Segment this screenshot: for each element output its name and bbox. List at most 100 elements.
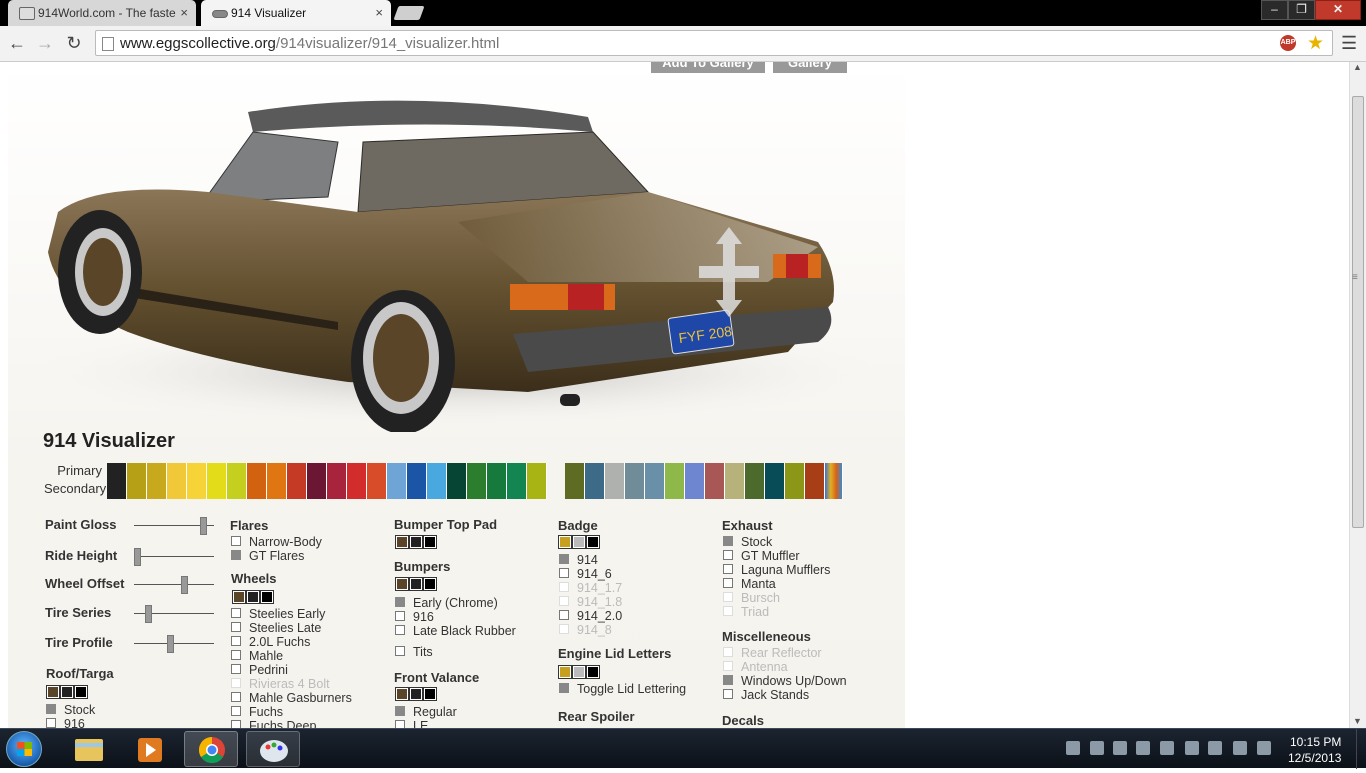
color-swatch[interactable] bbox=[765, 481, 785, 499]
exhaust-option[interactable]: Stock bbox=[723, 535, 772, 549]
vertical-scrollbar[interactable]: ▲ ≡ ▼ bbox=[1349, 62, 1366, 728]
color-swatch[interactable] bbox=[705, 463, 725, 481]
color-swatch[interactable] bbox=[407, 463, 427, 481]
show-desktop-button[interactable] bbox=[1356, 729, 1366, 769]
color-swatch[interactable] bbox=[507, 463, 527, 481]
checkbox[interactable] bbox=[395, 720, 405, 728]
color-swatch[interactable] bbox=[327, 463, 347, 481]
slider-thumb[interactable] bbox=[181, 576, 189, 594]
checkbox[interactable] bbox=[231, 536, 241, 546]
color-swatch[interactable] bbox=[805, 481, 825, 499]
checkbox[interactable] bbox=[559, 683, 569, 693]
color-swatch[interactable] bbox=[107, 463, 127, 481]
wheels-option[interactable]: Rivieras 4 Bolt bbox=[231, 677, 330, 691]
tray-icon[interactable] bbox=[1208, 741, 1222, 755]
color-swatch[interactable] bbox=[147, 463, 167, 481]
checkbox[interactable] bbox=[723, 550, 733, 560]
tray-icon[interactable] bbox=[1090, 741, 1104, 755]
tray-icon[interactable] bbox=[1136, 741, 1150, 755]
bumpers-option-early-chrome[interactable]: Early (Chrome) bbox=[395, 596, 498, 610]
checkbox[interactable] bbox=[231, 678, 241, 688]
checkbox[interactable] bbox=[231, 608, 241, 618]
checkbox[interactable] bbox=[231, 692, 241, 702]
color-swatch[interactable] bbox=[367, 463, 387, 481]
bumpers-option-tits[interactable]: Tits bbox=[395, 645, 433, 659]
badge-option[interactable]: 914_8 bbox=[559, 623, 612, 637]
checkbox[interactable] bbox=[559, 554, 569, 564]
slider-track[interactable] bbox=[134, 584, 214, 585]
slider-thumb[interactable] bbox=[134, 548, 141, 566]
color-swatch[interactable] bbox=[487, 463, 507, 481]
checkbox[interactable] bbox=[395, 597, 405, 607]
color-swatch[interactable] bbox=[765, 463, 785, 481]
checkbox[interactable] bbox=[559, 596, 569, 606]
color-swatch[interactable] bbox=[147, 481, 167, 499]
color-swatch[interactable] bbox=[187, 463, 207, 481]
color-swatch[interactable] bbox=[785, 463, 805, 481]
new-tab-button[interactable] bbox=[393, 6, 425, 20]
bumper-top-pad-color-picker[interactable] bbox=[395, 535, 438, 549]
checkbox[interactable] bbox=[231, 706, 241, 716]
bumpers-option-916[interactable]: 916 bbox=[395, 610, 434, 624]
color-swatch[interactable] bbox=[447, 481, 467, 499]
wheels-option[interactable]: Fuchs Deep bbox=[231, 719, 316, 728]
color-swatch[interactable] bbox=[665, 481, 685, 499]
checkbox[interactable] bbox=[395, 625, 405, 635]
clock-date[interactable]: 12/5/2013 bbox=[1288, 751, 1341, 765]
clock-time[interactable]: 10:15 PM bbox=[1290, 735, 1341, 749]
badge-option[interactable]: 914_6 bbox=[559, 567, 612, 581]
color-swatch[interactable] bbox=[725, 481, 745, 499]
color-swatch[interactable] bbox=[605, 463, 625, 481]
slider-thumb[interactable] bbox=[144, 605, 152, 623]
checkbox[interactable] bbox=[559, 610, 569, 620]
slider-thumb[interactable] bbox=[199, 517, 207, 535]
wheels-option[interactable]: Steelies Early bbox=[231, 607, 325, 621]
front-valance-option-le[interactable]: LE bbox=[395, 719, 428, 728]
checkbox[interactable] bbox=[46, 704, 56, 714]
checkbox[interactable] bbox=[723, 536, 733, 546]
color-swatch[interactable] bbox=[247, 481, 267, 499]
lid-letters-color-picker[interactable] bbox=[558, 665, 601, 679]
wheels-option[interactable]: Mahle Gasburners bbox=[231, 691, 352, 705]
taskbar-paint[interactable] bbox=[246, 731, 300, 767]
badge-option[interactable]: 914_1.7 bbox=[559, 581, 622, 595]
reload-icon[interactable]: ↻ bbox=[63, 32, 85, 54]
color-swatch[interactable] bbox=[367, 481, 387, 499]
checkbox[interactable] bbox=[231, 650, 241, 660]
exhaust-option[interactable]: Laguna Mufflers bbox=[723, 563, 830, 577]
misc-option[interactable]: Windows Up/Down bbox=[723, 674, 847, 688]
flares-option-narrow-body[interactable]: Narrow-Body bbox=[231, 535, 322, 549]
slider-thumb[interactable] bbox=[166, 635, 174, 653]
color-swatch[interactable] bbox=[527, 481, 547, 499]
roof-color-picker[interactable] bbox=[46, 685, 89, 699]
checkbox[interactable] bbox=[395, 646, 405, 656]
color-swatch[interactable] bbox=[645, 481, 665, 499]
checkbox[interactable] bbox=[231, 664, 241, 674]
color-swatch[interactable] bbox=[247, 463, 267, 481]
color-swatch[interactable] bbox=[327, 481, 347, 499]
front-valance-color-picker[interactable] bbox=[395, 687, 438, 701]
misc-option[interactable]: Rear Reflector bbox=[723, 646, 822, 660]
color-swatch[interactable] bbox=[127, 463, 147, 481]
bumpers-option-late-black-rubber[interactable]: Late Black Rubber bbox=[395, 624, 516, 638]
taskbar-media-player[interactable] bbox=[123, 731, 177, 767]
checkbox[interactable] bbox=[723, 606, 733, 616]
exhaust-option[interactable]: Triad bbox=[723, 605, 769, 619]
forward-arrow-icon[interactable]: → bbox=[34, 32, 56, 54]
checkbox[interactable] bbox=[723, 592, 733, 602]
toggle-lid-lettering-option[interactable]: Toggle Lid Lettering bbox=[559, 682, 686, 696]
tray-icon[interactable] bbox=[1257, 741, 1271, 755]
misc-option[interactable]: Antenna bbox=[723, 660, 788, 674]
scroll-up-arrow-icon[interactable]: ▲ bbox=[1353, 62, 1362, 72]
wheels-color-picker[interactable] bbox=[232, 590, 275, 604]
color-swatch[interactable] bbox=[347, 481, 367, 499]
color-swatch[interactable] bbox=[725, 463, 745, 481]
color-swatch[interactable] bbox=[287, 481, 307, 499]
checkbox[interactable] bbox=[395, 706, 405, 716]
close-tab-icon[interactable]: × bbox=[180, 5, 188, 20]
front-valance-option-regular[interactable]: Regular bbox=[395, 705, 457, 719]
color-swatch[interactable] bbox=[307, 463, 327, 481]
back-arrow-icon[interactable]: ← bbox=[6, 32, 28, 54]
badge-color-picker[interactable] bbox=[558, 535, 601, 549]
color-swatch[interactable] bbox=[625, 481, 645, 499]
